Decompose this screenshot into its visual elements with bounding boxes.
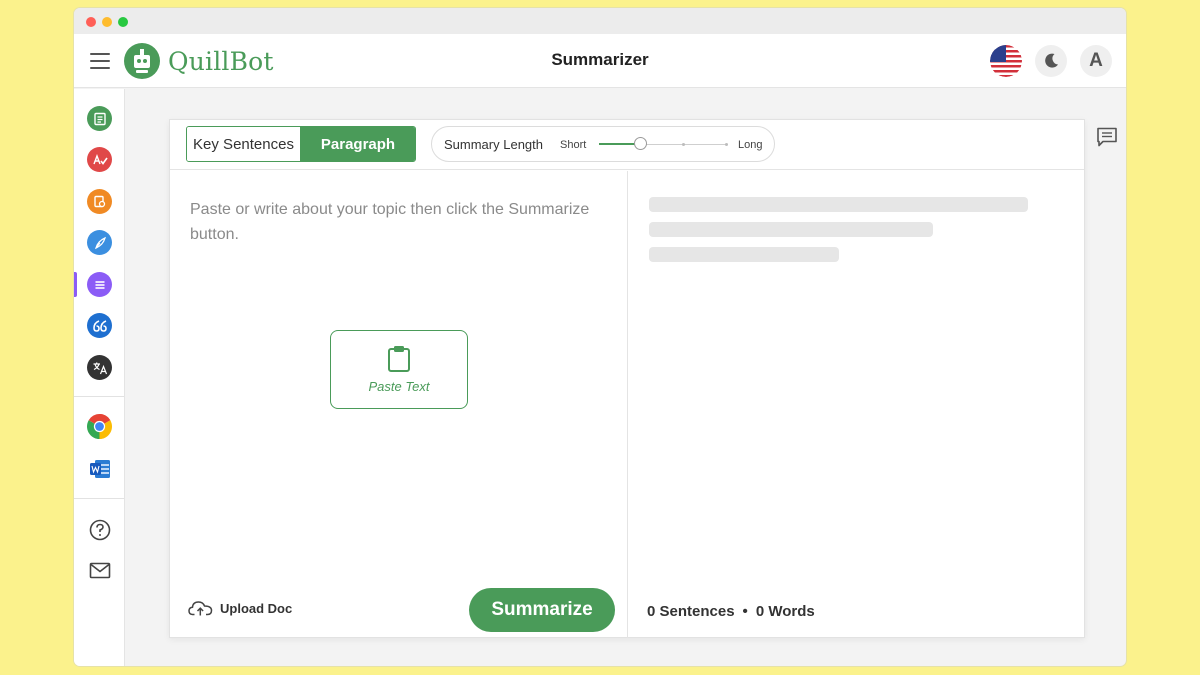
skeleton-line bbox=[649, 197, 1028, 212]
quillbot-logo-icon bbox=[124, 43, 160, 79]
sidebar-item-grammar-checker[interactable] bbox=[87, 147, 112, 172]
paste-text-label: Paste Text bbox=[368, 379, 430, 394]
window-titlebar bbox=[74, 8, 1126, 34]
app-window: QuillBot Summarizer A Key Sentences Para… bbox=[74, 8, 1126, 666]
stats-separator: • bbox=[742, 603, 748, 620]
feedback-icon[interactable] bbox=[1096, 126, 1118, 148]
sidebar-item-summarizer[interactable] bbox=[87, 272, 112, 297]
app-header: QuillBot Summarizer A bbox=[74, 34, 1126, 88]
menu-icon[interactable] bbox=[90, 53, 110, 69]
sidebar bbox=[74, 89, 125, 666]
slider-tick bbox=[682, 143, 685, 146]
window-close-button[interactable] bbox=[86, 17, 96, 27]
translate-icon bbox=[93, 362, 107, 374]
sidebar-item-plagiarism-checker[interactable] bbox=[87, 189, 112, 214]
summarizer-panel: Key Sentences Paragraph Summary Length S… bbox=[169, 119, 1085, 638]
user-avatar[interactable]: A bbox=[1080, 45, 1112, 77]
sidebar-item-help[interactable] bbox=[87, 517, 112, 542]
sidebar-item-paraphraser[interactable] bbox=[87, 106, 112, 131]
quote-icon bbox=[92, 319, 107, 332]
window-maximize-button[interactable] bbox=[118, 17, 128, 27]
summary-stats: 0 Sentences • 0 Words bbox=[647, 603, 815, 620]
sidebar-item-contact[interactable] bbox=[87, 558, 112, 583]
mode-selector: Key Sentences Paragraph bbox=[186, 126, 416, 162]
sidebar-divider bbox=[74, 498, 124, 499]
sidebar-item-word-add-in[interactable] bbox=[87, 456, 112, 481]
upload-doc-button[interactable]: Upload Doc bbox=[188, 599, 292, 617]
text-input[interactable] bbox=[190, 197, 600, 257]
summary-length-slider-thumb[interactable] bbox=[634, 137, 648, 150]
skeleton-line bbox=[649, 247, 839, 262]
clipboard-icon bbox=[388, 346, 410, 372]
language-flag-icon[interactable] bbox=[990, 45, 1022, 77]
moon-icon bbox=[1045, 53, 1058, 68]
cloud-upload-icon bbox=[188, 601, 213, 616]
output-pane: 0 Sentences • 0 Words bbox=[629, 171, 1085, 638]
sidebar-active-indicator bbox=[74, 272, 77, 297]
input-pane: Paste Text Upload Doc Summarize bbox=[170, 171, 628, 638]
logo[interactable]: QuillBot bbox=[124, 39, 274, 83]
summary-length-label: Summary Length bbox=[444, 137, 543, 152]
mode-key-sentences[interactable]: Key Sentences bbox=[187, 127, 301, 161]
word-icon bbox=[89, 459, 110, 478]
summarizer-toolbar: Key Sentences Paragraph Summary Length S… bbox=[170, 120, 1084, 170]
chrome-icon bbox=[87, 414, 112, 439]
paraphraser-icon bbox=[93, 112, 106, 125]
mail-icon bbox=[89, 562, 110, 579]
summarize-button[interactable]: Summarize bbox=[469, 588, 615, 632]
quill-icon bbox=[94, 236, 106, 249]
skeleton-line bbox=[649, 222, 933, 237]
summary-length-short-label: Short bbox=[560, 139, 587, 151]
sidebar-item-translator[interactable] bbox=[87, 355, 112, 380]
sidebar-item-co-writer[interactable] bbox=[87, 230, 112, 255]
sidebar-item-chrome-extension[interactable] bbox=[87, 414, 112, 439]
sidebar-item-citation-generator[interactable] bbox=[87, 313, 112, 338]
upload-doc-label: Upload Doc bbox=[220, 600, 293, 616]
sidebar-divider bbox=[74, 396, 124, 397]
brand-name: QuillBot bbox=[168, 46, 274, 76]
grammar-check-icon bbox=[92, 153, 108, 165]
paste-text-button[interactable]: Paste Text bbox=[330, 330, 468, 409]
summary-length-long-label: Long bbox=[738, 139, 763, 151]
plagiarism-icon bbox=[93, 195, 105, 207]
summary-length-control: Summary Length Short Long bbox=[431, 126, 775, 162]
word-count: 0 Words bbox=[755, 603, 815, 620]
dark-mode-toggle[interactable] bbox=[1035, 45, 1067, 77]
mode-paragraph[interactable]: Paragraph bbox=[301, 127, 415, 161]
window-minimize-button[interactable] bbox=[102, 17, 112, 27]
help-icon bbox=[89, 519, 110, 540]
slider-tick bbox=[725, 143, 728, 146]
summarizer-icon bbox=[95, 280, 104, 289]
sentence-count: 0 Sentences bbox=[647, 603, 735, 620]
